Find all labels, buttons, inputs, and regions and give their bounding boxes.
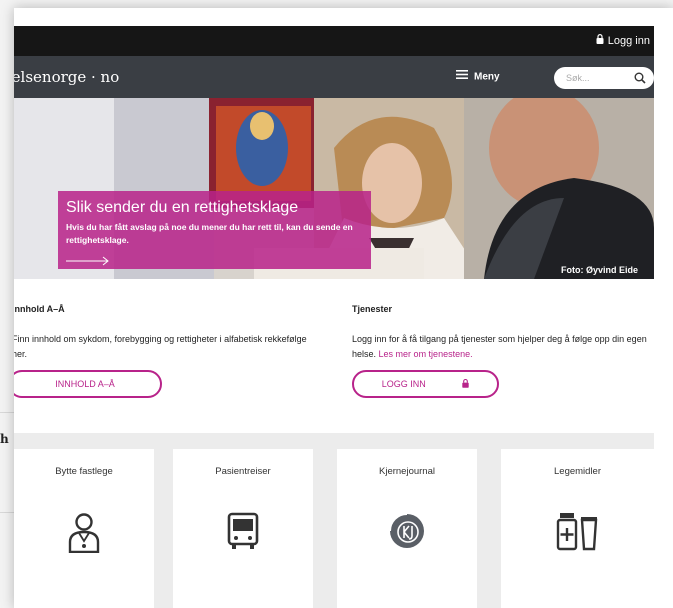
content-az-section: Innhold A–Å Finn innhold om sykdom, fore… [14,304,312,362]
content-az-text: Finn innhold om sykdom, forebygging og r… [14,334,307,359]
hamburger-icon [456,56,468,98]
card-bytte-fastlege[interactable]: Bytte fastlege [14,449,154,608]
card-label: Kjernejournal [379,466,435,477]
top-login-label: Logg inn [607,35,650,47]
menu-button[interactable]: Meny [456,56,500,98]
content-az-button-label: INNHOLD A–Å [55,379,115,389]
medicine-icon [556,511,600,556]
lock-icon [596,26,604,56]
bus-icon [226,511,260,556]
screenshot-frame: Logg inn helsenorge · no Meny [14,8,673,608]
background-divider [0,412,14,413]
card-pasientreiser[interactable]: Pasientreiser [173,449,313,608]
kj-logo-icon [387,511,427,556]
content-az-button[interactable]: INNHOLD A–Å [14,370,162,398]
arrow-right-icon [66,253,110,271]
search-icon[interactable] [634,71,646,89]
shortcut-cards-area: Bytte fastlege Pasientreiser Kjernejourn… [14,433,654,608]
content-az-title: Innhold A–Å [14,304,65,314]
helsenorge-page: Logg inn helsenorge · no Meny [14,8,654,608]
services-title: Tjenester [352,304,393,314]
doctor-icon [67,511,101,558]
card-label: Pasientreiser [215,466,271,477]
search-box [554,67,654,89]
login-button-label: LOGG INN [381,379,426,389]
outside-text-fragment: h [0,432,9,446]
lock-icon [462,373,469,397]
login-button[interactable]: LOGG INN [352,370,499,398]
card-label: Bytte fastlege [55,466,113,477]
top-login-link[interactable]: Logg inn [596,26,650,56]
photo-credit: Foto: Øyvind Eide [560,265,638,275]
card-label: Legemidler [554,466,601,477]
hero-title: Slik sender du en rettighetsklage [66,199,299,216]
services-section: Tjenester Logg inn for å få tilgang på t… [352,304,652,362]
search-input[interactable] [566,71,626,85]
background-divider [0,512,14,513]
hero-teaser-box[interactable]: Slik sender du en rettighetsklage Hvis d… [58,191,371,269]
services-read-more-link[interactable]: Les mer om tjenestene. [379,349,473,359]
site-logo[interactable]: helsenorge · no [14,56,119,98]
hero-banner[interactable]: Slik sender du en rettighetsklage Hvis d… [14,98,654,279]
services-paragraph: Logg inn for å få tilgang på tjenester s… [352,332,652,362]
main-navbar: helsenorge · no Meny [14,56,654,98]
hero-text: Hvis du har fått avslag på noe du mener … [66,222,353,245]
card-kjernejournal[interactable]: Kjernejournal [337,449,477,608]
menu-label: Meny [474,71,500,83]
top-bar: Logg inn [14,26,654,56]
card-legemidler[interactable]: Legemidler [501,449,654,608]
